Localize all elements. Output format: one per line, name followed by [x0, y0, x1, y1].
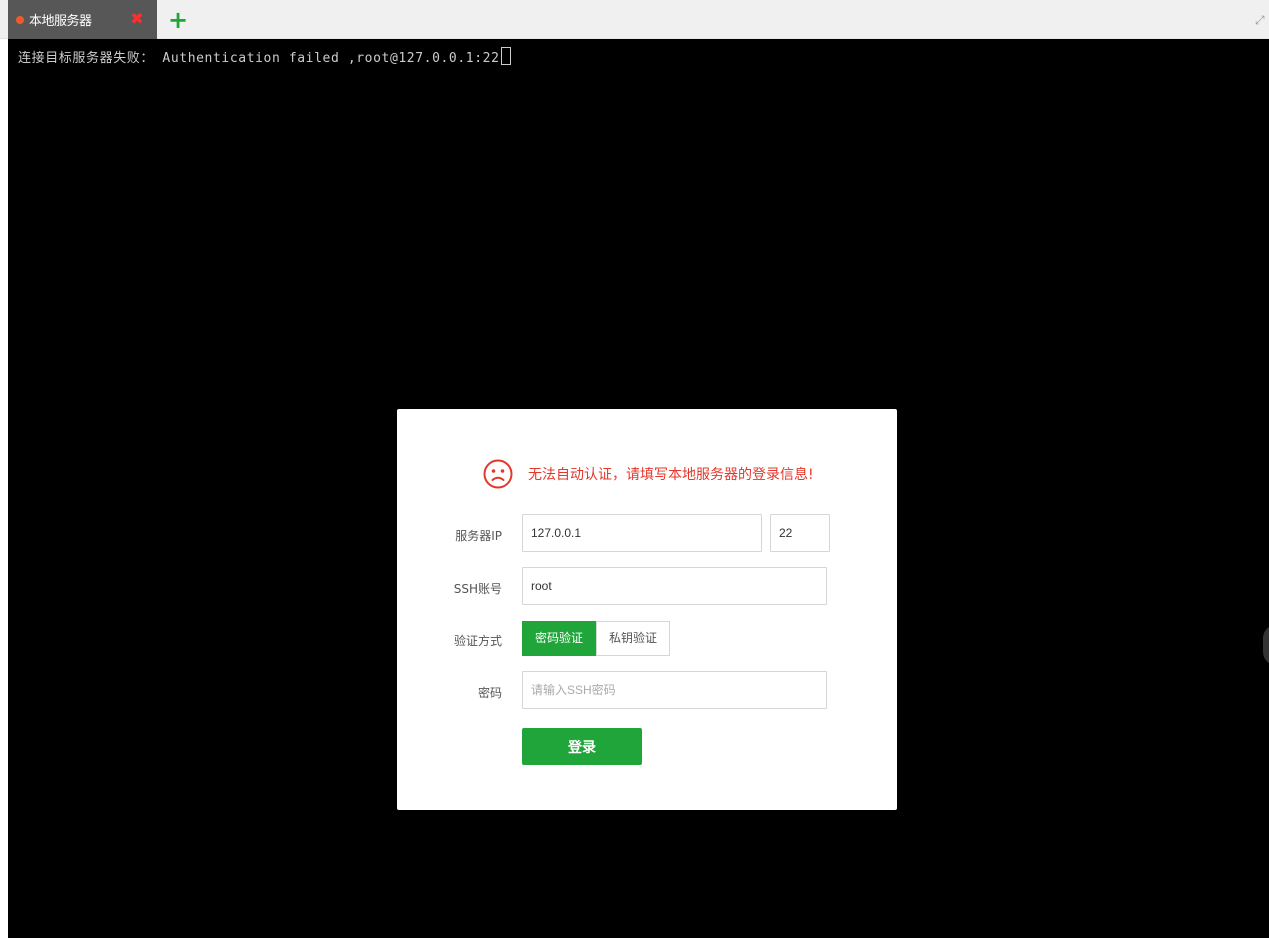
- key-auth-button[interactable]: 私钥验证: [596, 621, 671, 656]
- terminal-cursor: [500, 47, 511, 65]
- auth-method-label: 验证方式: [453, 634, 502, 648]
- auth-method-toggle: 密码验证 私钥验证: [522, 621, 671, 656]
- side-handle[interactable]: [1263, 625, 1269, 665]
- sad-face-icon: [483, 459, 513, 489]
- password-label: 密码: [477, 686, 502, 700]
- terminal-line-text: 连接目标服务器失败： Authentication failed ,root@1…: [18, 51, 500, 66]
- tab-local-server[interactable]: 本地服务器 ✖: [8, 0, 157, 39]
- password-input[interactable]: [522, 671, 827, 709]
- tab-label: 本地服务器: [29, 14, 92, 29]
- server-ip-input[interactable]: [522, 514, 762, 552]
- tab-bar: 本地服务器 ✖ + ⤢: [0, 0, 1269, 39]
- terminal-output: 连接目标服务器失败： Authentication failed ,root@1…: [18, 47, 511, 66]
- close-icon[interactable]: ✖: [129, 10, 145, 28]
- ssh-account-input[interactable]: [522, 567, 827, 605]
- error-text: 无法自动认证，请填写本地服务器的登录信息!: [528, 467, 814, 483]
- error-message-row: 无法自动认证，请填写本地服务器的登录信息!: [483, 459, 814, 489]
- plus-icon[interactable]: +: [168, 8, 188, 32]
- terminal[interactable]: 连接目标服务器失败： Authentication failed ,root@1…: [8, 39, 1269, 938]
- status-dot-icon: [16, 15, 24, 24]
- password-auth-button[interactable]: 密码验证: [522, 621, 597, 656]
- fullscreen-icon[interactable]: ⤢: [1255, 12, 1267, 28]
- login-button[interactable]: 登录: [522, 728, 642, 765]
- ssh-account-label: SSH账号: [453, 582, 502, 596]
- server-ip-label: 服务器IP: [455, 529, 502, 543]
- port-input[interactable]: [770, 514, 830, 552]
- login-dialog: 无法自动认证，请填写本地服务器的登录信息! 服务器IP SSH账号 验证方式 密…: [397, 409, 897, 810]
